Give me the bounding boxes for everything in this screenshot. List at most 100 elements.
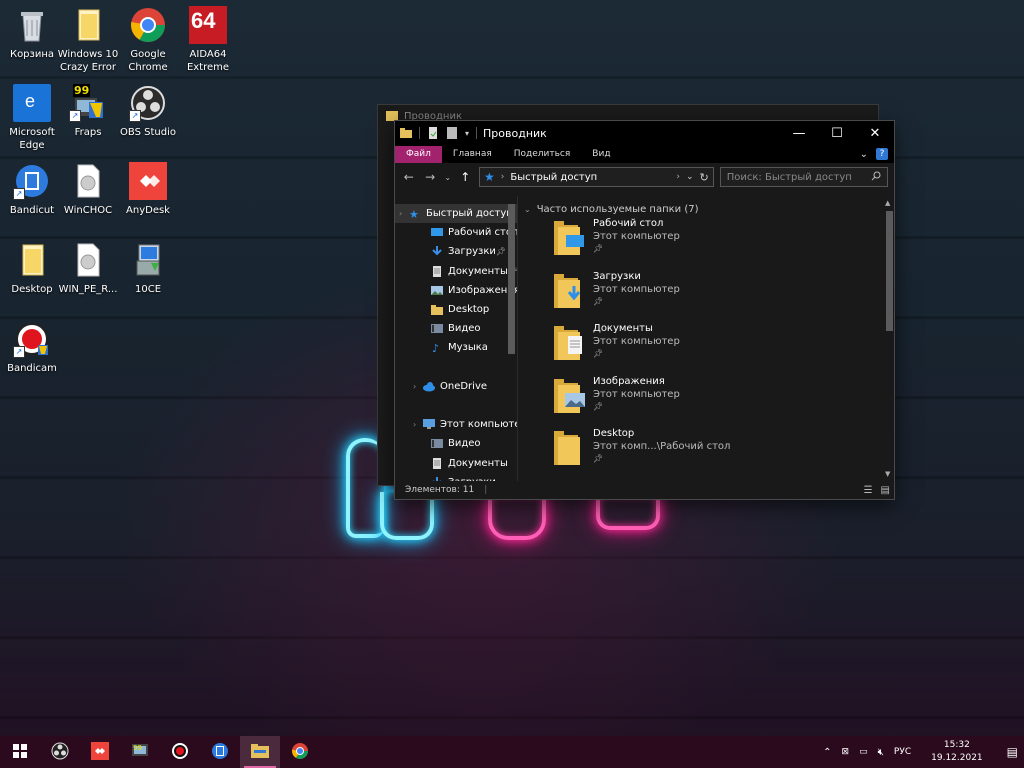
expand-chevron-icon[interactable]: › xyxy=(399,209,407,218)
volume-muted-icon[interactable]: 🔇︎ xyxy=(878,747,884,758)
nav-item[interactable]: › ★ Быстрый доступ xyxy=(395,204,517,224)
bandicam-icon: ↗ xyxy=(13,320,51,358)
edge-icon: e xyxy=(13,84,51,122)
desktop-icon-fraps[interactable]: 99 ↗ Fraps xyxy=(56,84,120,139)
nav-item[interactable]: › OneDrive xyxy=(395,377,517,396)
nav-item[interactable]: Документы📌︎ xyxy=(395,262,517,281)
nav-item[interactable]: Загрузки 📌︎ xyxy=(395,242,517,261)
tab-view[interactable]: Вид xyxy=(581,146,621,163)
folder-location: Этот компьютер xyxy=(593,336,680,347)
chevron-down-icon: ⌄ xyxy=(524,204,531,214)
desktop-icon-label: Google Chrome xyxy=(128,49,168,73)
expand-ribbon-icon[interactable]: ⌄ xyxy=(860,149,868,160)
recycle-bin-icon xyxy=(13,6,51,44)
tab-home[interactable]: Главная xyxy=(442,146,503,163)
folder-name: Загрузки xyxy=(593,270,641,282)
folder-tile[interactable]: Изображения Этот компьютер 📌︎ xyxy=(524,375,894,428)
window-titlebar[interactable]: ▾ Проводник — ☐ ✕ xyxy=(395,121,894,145)
close-button[interactable]: ✕ xyxy=(856,121,894,145)
content-pane[interactable]: ⌄ Часто используемые папки (7) Рабочий с… xyxy=(518,196,894,481)
desktop-icon-label: Корзина xyxy=(9,49,55,60)
desktop-icon-chrome[interactable]: Google Chrome xyxy=(116,6,180,74)
desktop-icon-crazy-error[interactable]: Windows 10 Crazy Error xyxy=(56,6,120,74)
content-scrollbar[interactable]: ▲ ▼ xyxy=(885,199,893,478)
customize-qat-icon[interactable]: ▾ xyxy=(465,129,469,138)
nav-item[interactable]: ♪ Музыка xyxy=(395,338,517,357)
folder-tile[interactable]: Загрузки Этот компьютер 📌︎ xyxy=(524,270,894,323)
desktop-icon-desktop-folder[interactable]: Desktop xyxy=(0,241,64,296)
desktop-icon-win-pe[interactable]: WIN_PE_R... xyxy=(56,241,120,296)
expand-chevron-icon[interactable]: › xyxy=(413,420,421,429)
show-hidden-icons-icon[interactable]: ⌃ xyxy=(823,747,831,758)
desktop-icon-aida64[interactable]: 64 AIDA64 Extreme xyxy=(176,6,240,74)
taskbar: 99 ⌃ ⊠ ▭ 🔇︎ РУС 15:32 19.12.2021 ▤ xyxy=(0,736,1024,768)
tab-file[interactable]: Файл xyxy=(395,146,442,163)
desktop-icon-recycle-bin[interactable]: Корзина xyxy=(0,6,64,61)
nav-item[interactable]: Рабочий стол📌︎ xyxy=(395,223,517,242)
recent-locations-button[interactable]: ⌄ xyxy=(444,173,452,182)
desktop-icon-edge[interactable]: e Microsoft Edge xyxy=(0,84,64,152)
desktop-icon-bandicut[interactable]: ↗ Bandicut xyxy=(0,162,64,217)
minimize-button[interactable]: — xyxy=(780,121,818,145)
fraps-taskbar[interactable]: 99 xyxy=(120,736,160,768)
details-view-icon[interactable]: ☰ xyxy=(864,485,873,496)
ethernet-icon[interactable]: ▭ xyxy=(859,747,868,757)
maximize-button[interactable]: ☐ xyxy=(818,121,856,145)
clock[interactable]: 15:32 19.12.2021 xyxy=(931,739,983,765)
desktop-icon-anydesk[interactable]: AnyDesk xyxy=(116,162,180,217)
tiles-view-icon[interactable]: ▤ xyxy=(881,485,890,496)
refresh-icon[interactable]: ↻ xyxy=(700,171,709,184)
start-button[interactable] xyxy=(0,736,40,768)
anydesk-taskbar[interactable] xyxy=(80,736,120,768)
nav-item[interactable]: Видео xyxy=(395,434,517,453)
expand-chevron-icon[interactable]: › xyxy=(413,382,421,391)
chrome-taskbar[interactable] xyxy=(280,736,320,768)
tab-share[interactable]: Поделиться xyxy=(503,146,582,163)
bandicam-taskbar[interactable] xyxy=(160,736,200,768)
navigation-pane[interactable]: ›★Быстрый доступРабочий стол📌︎Загрузки📌︎… xyxy=(395,196,518,481)
nav-item[interactable]: Загрузки xyxy=(395,473,517,481)
bandicut-taskbar[interactable] xyxy=(200,736,240,768)
system-tray: ⌃ ⊠ ▭ 🔇︎ РУС 15:32 19.12.2021 ▤ xyxy=(823,736,1024,768)
explorer-taskbar[interactable] xyxy=(240,736,280,768)
forward-button[interactable]: → xyxy=(422,170,437,184)
nav-item[interactable]: Desktop xyxy=(395,300,517,319)
folder-tile[interactable]: Desktop Этот комп...\Рабочий стол 📌︎ xyxy=(524,427,894,480)
language-indicator[interactable]: РУС xyxy=(894,747,911,757)
nav-item[interactable]: Документы xyxy=(395,453,517,472)
nav-scrollbar-thumb[interactable] xyxy=(508,204,515,354)
new-folder-icon[interactable] xyxy=(446,127,458,139)
address-dropdown-icon[interactable]: ⌄ xyxy=(686,172,694,182)
address-bar[interactable]: ★ › Быстрый доступ › ⌄ ↻ xyxy=(479,167,714,187)
group-header[interactable]: ⌄ Часто используемые папки (7) xyxy=(524,201,894,217)
folder-text: Документы Этот компьютер 📌︎ xyxy=(593,322,680,360)
desktop-icon-obs[interactable]: ↗ OBS Studio xyxy=(116,84,180,139)
network-error-icon[interactable]: ⊠ xyxy=(842,747,850,757)
shortcut-arrow-icon: ↗ xyxy=(13,188,25,200)
folder-tile[interactable]: Документы Этот компьютер 📌︎ xyxy=(524,322,894,375)
nav-item-label: Документы xyxy=(448,265,508,277)
scroll-down-icon[interactable]: ▼ xyxy=(885,470,890,478)
pin-icon: 📌︎ xyxy=(495,247,507,257)
help-button[interactable]: ? xyxy=(876,148,888,160)
nav-item[interactable]: Видео xyxy=(395,319,517,338)
obs-taskbar[interactable] xyxy=(40,736,80,768)
nav-item[interactable]: Изображения📌︎ xyxy=(395,281,517,300)
pin-icon: 📌︎ xyxy=(593,349,604,358)
folder-tile[interactable]: Рабочий стол Этот компьютер 📌︎ xyxy=(524,217,894,270)
notifications-icon[interactable]: ▤ xyxy=(1007,745,1018,759)
view-switcher: ☰ ▤ xyxy=(864,485,894,496)
desktop-icon-bandicam[interactable]: ↗ Bandicam xyxy=(0,320,64,375)
scroll-up-icon[interactable]: ▲ xyxy=(885,199,890,207)
search-box[interactable]: Поиск: Быстрый доступ xyxy=(719,167,889,187)
up-button[interactable]: ↑ xyxy=(458,170,473,184)
desktop-icon-winchoc[interactable]: WinCHOC xyxy=(56,162,120,217)
scrollbar-thumb[interactable] xyxy=(886,211,893,331)
desktop-icon-10ce[interactable]: 10CE xyxy=(116,241,180,296)
properties-icon[interactable] xyxy=(427,127,439,139)
nav-item-label: Быстрый доступ xyxy=(426,208,513,220)
back-button[interactable]: ← xyxy=(401,170,416,184)
pictures-folder-icon xyxy=(552,375,588,415)
nav-item[interactable]: › Этот компьютер xyxy=(395,415,517,434)
